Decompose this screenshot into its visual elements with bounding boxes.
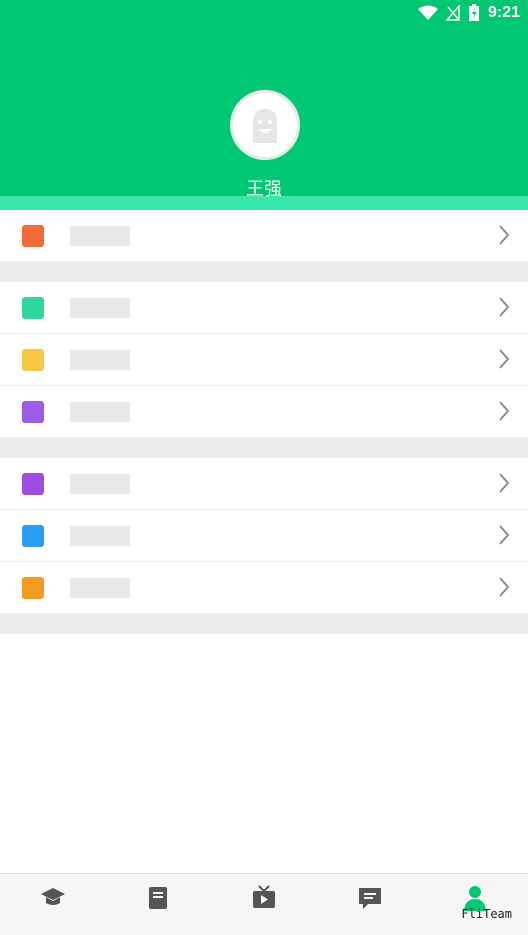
settings-gear-icon	[22, 576, 44, 599]
menu-item-label-redacted	[70, 526, 130, 546]
menu-item[interactable]	[0, 334, 528, 386]
menu-item[interactable]	[0, 282, 528, 334]
section-divider	[0, 438, 528, 458]
section-divider	[0, 262, 528, 282]
signal-icon	[445, 5, 460, 21]
user-name: 王强	[246, 179, 282, 199]
menu-item[interactable]	[0, 386, 528, 438]
chevron-right-icon	[498, 472, 510, 494]
menu-item-label-redacted	[70, 474, 130, 494]
menu-item-label-redacted	[70, 298, 130, 318]
watermark: FliTeam	[461, 907, 512, 921]
menu-item[interactable]	[0, 458, 528, 510]
clock: 9:21	[487, 4, 520, 21]
menu-item-label-redacted	[70, 578, 130, 598]
chevron-right-icon	[498, 576, 510, 598]
bottom-tab-bar	[0, 873, 528, 935]
menu-list	[0, 210, 528, 634]
menu-item[interactable]	[0, 210, 528, 262]
menu-item-label-redacted	[70, 226, 130, 246]
tab-profile-person[interactable]	[422, 874, 528, 935]
graduation-cap-icon	[39, 884, 67, 917]
chevron-right-icon	[498, 296, 510, 318]
battery-icon	[468, 4, 479, 21]
section-divider	[0, 614, 528, 634]
tv-play-icon	[250, 884, 278, 917]
diamond-icon	[22, 524, 44, 547]
message-icon	[356, 884, 384, 917]
chevron-right-icon	[498, 224, 510, 246]
menu-item-label-redacted	[70, 402, 130, 422]
video-icon	[22, 296, 44, 319]
tab-graduation-cap[interactable]	[0, 874, 106, 935]
chevron-right-icon	[498, 348, 510, 370]
tab-message[interactable]	[317, 874, 423, 935]
cart-icon	[22, 348, 44, 371]
smiley-avatar-icon	[253, 109, 277, 143]
book-icon	[144, 884, 172, 917]
menu-item[interactable]	[0, 562, 528, 614]
status-bar: 9:21	[417, 0, 528, 26]
coupon-icon	[22, 472, 44, 495]
tab-tv-play[interactable]	[211, 874, 317, 935]
tab-book[interactable]	[106, 874, 212, 935]
chevron-right-icon	[498, 524, 510, 546]
clipboard-icon	[22, 224, 44, 247]
wallet-icon	[22, 400, 44, 423]
chevron-right-icon	[498, 400, 510, 422]
wifi-icon	[417, 5, 438, 20]
menu-item[interactable]	[0, 510, 528, 562]
menu-item-label-redacted	[70, 350, 130, 370]
avatar[interactable]	[230, 90, 300, 160]
